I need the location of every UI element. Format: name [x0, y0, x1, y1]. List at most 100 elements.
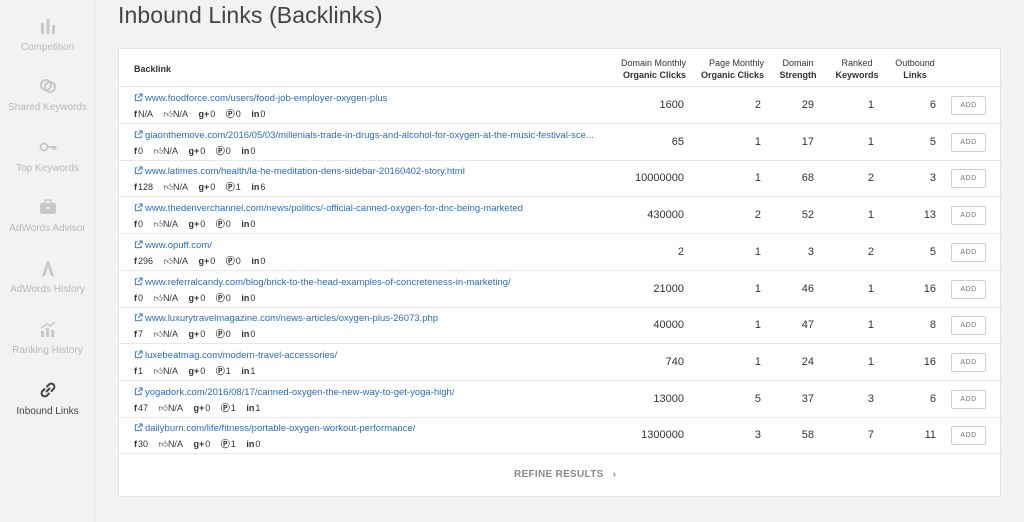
- backlink-url[interactable]: www.thedenverchannel.com/news/politics/-…: [134, 203, 523, 214]
- facebook-icon: f: [134, 109, 137, 119]
- table-row: dailyburn.com/life/fitness/portable-oxyg…: [119, 417, 1002, 455]
- backlink-url-text: www.opuff.com/: [145, 239, 212, 251]
- google-plus-count: g+0: [188, 219, 206, 230]
- backlink-url-text: luxebeatmag.com/modern-travel-accessorie…: [145, 349, 338, 361]
- pinterest-icon: Ⓟ: [220, 402, 230, 413]
- add-button[interactable]: ADD: [951, 206, 986, 226]
- facebook-count: f296: [134, 255, 154, 266]
- page-monthly-clicks: 3: [754, 429, 761, 442]
- header-ranked-keywords[interactable]: Ranked Keywords: [832, 57, 882, 81]
- backlink-url[interactable]: www.latimes.com/health/la-he-meditation-…: [134, 166, 465, 177]
- google-plus-count: g+0: [198, 255, 216, 266]
- google-plus-count: g+0: [188, 365, 206, 376]
- backlink-url[interactable]: www.foodforce.com/users/food-job-employe…: [134, 93, 387, 104]
- page-monthly-clicks: 1: [754, 319, 761, 332]
- domain-monthly-clicks: 21000: [653, 282, 684, 295]
- table-row: www.thedenverchannel.com/news/politics/-…: [119, 197, 1002, 235]
- page-monthly-clicks: 2: [754, 209, 761, 222]
- domain-strength: 46: [801, 282, 814, 295]
- external-link-icon: [134, 166, 143, 175]
- sidebar-item-label: AdWords History: [10, 284, 85, 295]
- pinterest-count: Ⓟ0: [225, 109, 241, 119]
- google-plus-count: g+0: [188, 329, 206, 340]
- page-monthly-clicks: 1: [754, 135, 761, 148]
- linkedin-icon: in: [251, 255, 260, 266]
- sidebar-item-ranking-history[interactable]: Ranking History: [0, 319, 95, 379]
- google-plus-icon: g+: [188, 219, 200, 230]
- add-button[interactable]: ADD: [951, 96, 986, 115]
- header-page-monthly-clicks[interactable]: Page Monthly Organic Clicks: [699, 57, 764, 81]
- linkedin-icon: in: [241, 292, 250, 303]
- google-plus-icon: g+: [188, 145, 200, 156]
- ranked-keywords: 3: [867, 392, 874, 405]
- ranked-keywords: 1: [867, 209, 874, 222]
- sidebar-item-label: Ranking History: [12, 345, 83, 356]
- sidebar-item-top-keywords[interactable]: Top Keywords: [0, 137, 95, 197]
- sidebar-item-adwords-advisor[interactable]: AdWords Advisor: [0, 197, 95, 257]
- add-button[interactable]: ADD: [951, 242, 986, 262]
- facebook-count: f30: [134, 439, 149, 450]
- external-link-icon: [134, 276, 143, 285]
- linkedin-count: in0: [241, 329, 256, 340]
- ranked-keywords: 1: [867, 135, 874, 148]
- adwords-icon: [41, 261, 54, 276]
- sidebar-item-competition[interactable]: Competition: [0, 16, 95, 76]
- backlink-url[interactable]: www.referralcandy.com/blog/brick-to-the-…: [134, 277, 511, 288]
- domain-strength: 58: [801, 429, 814, 442]
- backlink-url[interactable]: luxebeatmag.com/modern-travel-accessorie…: [134, 350, 337, 361]
- backlink-url[interactable]: yogadork.com/2016/08/17/canned-oxygen-th…: [134, 387, 454, 398]
- facebook-icon: f: [134, 182, 137, 193]
- chevron-right-icon: ›: [612, 469, 617, 480]
- thumbs-up-icon: 👍︎: [163, 109, 173, 119]
- header-outbound-links[interactable]: Outbound Links: [890, 57, 940, 81]
- facebook-count: f0: [134, 145, 144, 156]
- refine-results-button[interactable]: REFINE RESULTS ›: [514, 469, 616, 480]
- add-button[interactable]: ADD: [951, 426, 986, 446]
- domain-monthly-clicks: 430000: [647, 209, 684, 222]
- backlink-url[interactable]: giaonthemove.com/2016/05/03/millenials-t…: [134, 130, 594, 141]
- table-row: luxebeatmag.com/modern-travel-accessorie…: [119, 344, 1002, 381]
- google-plus-count: g+0: [193, 402, 211, 413]
- table-header: Backlink Domain Monthly Organic Clicks P…: [119, 49, 1002, 87]
- linkedin-icon: in: [246, 439, 255, 450]
- add-button[interactable]: ADD: [951, 169, 986, 189]
- pinterest-icon: Ⓟ: [215, 219, 225, 230]
- linkedin-count: in0: [241, 292, 256, 303]
- sidebar-item-label: AdWords Advisor: [9, 223, 86, 234]
- google-plus-icon: g+: [193, 439, 205, 450]
- facebook-icon: f: [134, 329, 137, 340]
- outbound-links: 5: [929, 135, 936, 148]
- like-count: 👍︎N/A: [153, 365, 178, 376]
- header-domain-monthly-clicks[interactable]: Domain Monthly Organic Clicks: [616, 57, 686, 81]
- sidebar-item-inbound-links[interactable]: Inbound Links: [0, 380, 95, 440]
- like-count: 👍︎N/A: [163, 255, 188, 266]
- linkedin-icon: in: [251, 182, 260, 193]
- ranked-keywords: 1: [867, 355, 874, 368]
- sidebar-item-shared-keywords[interactable]: Shared Keywords: [0, 76, 95, 136]
- add-button[interactable]: ADD: [951, 279, 986, 299]
- header-backlink: Backlink: [134, 64, 172, 74]
- table-row: www.foodforce.com/users/food-job-employe…: [119, 87, 1002, 124]
- sidebar-item-adwords-history[interactable]: AdWords History: [0, 258, 95, 318]
- outbound-links: 13: [923, 209, 936, 222]
- backlink-url[interactable]: www.luxurytravelmagazine.com/news-articl…: [134, 313, 438, 324]
- like-count: 👍︎N/A: [153, 329, 178, 340]
- add-button[interactable]: ADD: [951, 132, 986, 152]
- ranked-keywords: 1: [867, 319, 874, 332]
- outbound-links: 6: [929, 392, 936, 405]
- header-domain-strength[interactable]: Domain Strength: [778, 57, 818, 81]
- like-count: 👍︎N/A: [153, 292, 178, 303]
- bar-chart-icon: [40, 19, 55, 34]
- backlink-url-text: yogadork.com/2016/08/17/canned-oxygen-th…: [145, 386, 455, 398]
- external-link-icon: [134, 387, 143, 395]
- facebook-count: f0: [134, 292, 144, 303]
- add-button[interactable]: ADD: [951, 316, 986, 336]
- thumbs-up-icon: 👍︎: [158, 439, 168, 450]
- add-button[interactable]: ADD: [951, 352, 986, 372]
- link-icon: [40, 382, 55, 398]
- backlink-url[interactable]: www.opuff.com/: [134, 240, 212, 251]
- like-count: 👍︎N/A: [163, 109, 188, 119]
- thumbs-up-icon: 👍︎: [153, 292, 163, 303]
- backlink-url[interactable]: dailyburn.com/life/fitness/portable-oxyg…: [134, 423, 415, 434]
- add-button[interactable]: ADD: [951, 389, 986, 409]
